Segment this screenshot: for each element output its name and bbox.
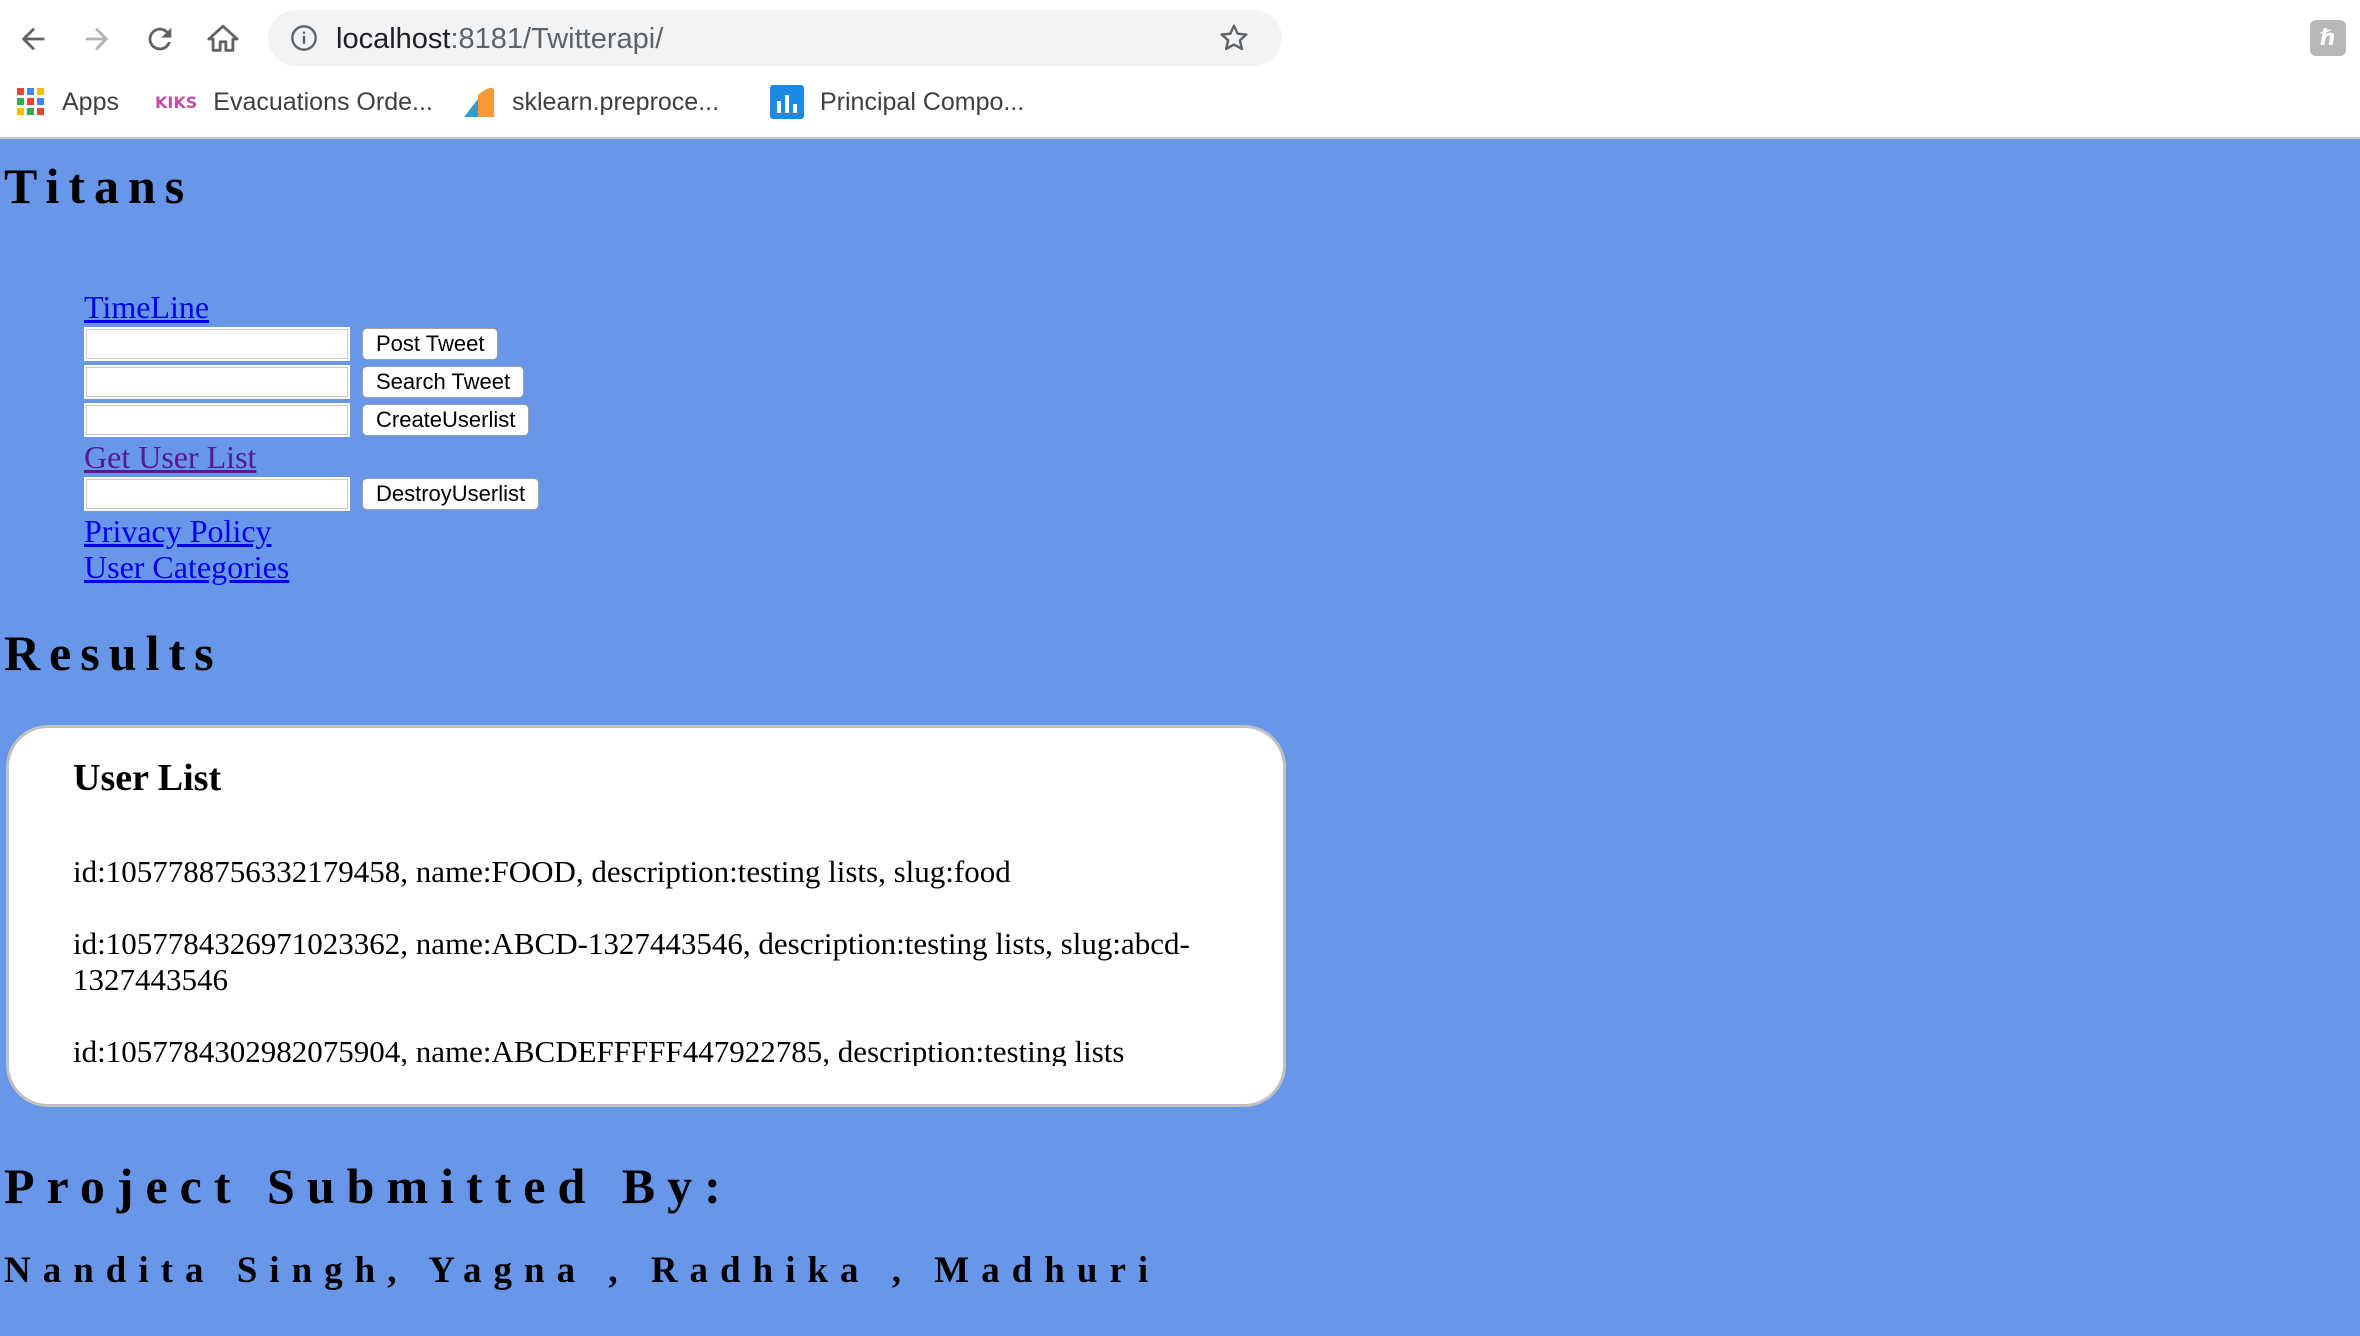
user-categories-link[interactable]: User Categories — [84, 549, 289, 585]
bookmark-label: Apps — [62, 87, 119, 116]
kiks-favicon-icon: KIKS — [155, 92, 198, 112]
address-bar[interactable]: localhost:8181/Twitterapi/ — [268, 10, 1282, 66]
reload-button[interactable] — [135, 14, 185, 64]
bookmark-label: sklearn.preproce... — [512, 87, 720, 116]
bookmark-principal[interactable]: Principal Compo... — [770, 80, 1024, 124]
search-tweet-button[interactable]: Search Tweet — [362, 366, 525, 398]
url-host: localhost — [336, 23, 451, 55]
back-arrow-icon — [21, 27, 45, 51]
bookmark-evacuations[interactable]: KIKS Evacuations Orde... — [155, 80, 433, 124]
bookmark-label: Principal Compo... — [820, 87, 1025, 116]
list-item: id:1057788756332179458, name:FOOD, descr… — [73, 854, 1011, 889]
destroy-userlist-button[interactable]: DestroyUserlist — [362, 478, 540, 510]
post-tweet-button[interactable]: Post Tweet — [362, 328, 499, 360]
forward-button[interactable] — [72, 14, 122, 64]
action-menu: TimeLine Post Tweet Search Tweet CreateU… — [84, 289, 540, 585]
page-content: Titans TimeLine Post Tweet Search Tweet … — [0, 139, 2360, 1336]
post-tweet-input[interactable] — [84, 327, 350, 361]
sklearn-favicon-icon — [462, 85, 496, 119]
apps-grid-icon — [16, 87, 46, 117]
create-userlist-row: CreateUserlist — [84, 401, 539, 439]
back-button[interactable] — [8, 14, 58, 64]
list-item: id:1057784302982075904, name:ABCDEFFFFF4… — [73, 1034, 1125, 1066]
create-userlist-button[interactable]: CreateUserlist — [362, 404, 530, 436]
timeline-link[interactable]: TimeLine — [84, 289, 209, 325]
results-panel[interactable]: User List id:1057788756332179458, name:F… — [6, 725, 1286, 1107]
reload-icon — [148, 27, 172, 51]
puzzle-icon: ℏ — [2320, 25, 2336, 51]
url-text: localhost:8181/Twitterapi/ — [336, 23, 663, 56]
bookmark-label: Evacuations Orde... — [213, 87, 433, 116]
extension-icon[interactable]: ℏ — [2310, 20, 2346, 56]
info-icon — [291, 25, 317, 51]
privacy-policy-link[interactable]: Privacy Policy — [84, 513, 272, 549]
post-tweet-row: Post Tweet — [84, 325, 539, 363]
destroy-userlist-input[interactable] — [84, 477, 350, 511]
bookmarks-bar: Apps KIKS Evacuations Orde... sklearn.pr… — [0, 80, 2360, 124]
user-list-heading: User List — [73, 757, 222, 799]
home-button[interactable] — [198, 14, 248, 64]
results-heading: Results — [4, 625, 223, 681]
bookmark-star-icon[interactable] — [1218, 22, 1250, 54]
team-members: Nandita Singh, Yagna , Radhika , Madhuri — [4, 1250, 1161, 1291]
list-item: id:1057784326971023362, name:ABCD-132744… — [73, 926, 1190, 997]
search-tweet-input[interactable] — [84, 365, 350, 399]
search-tweet-row: Search Tweet — [84, 363, 539, 401]
bookmark-apps[interactable]: Apps — [16, 80, 119, 124]
bookmark-sklearn[interactable]: sklearn.preproce... — [462, 80, 719, 124]
get-user-list-link[interactable]: Get User List — [84, 439, 256, 475]
url-path: :8181/Twitterapi/ — [450, 23, 664, 55]
page-title: Titans — [4, 158, 194, 214]
user-list-entries: id:1057788756332179458, name:FOOD, descr… — [73, 854, 1243, 1066]
results-scroll-area[interactable]: User List id:1057788756332179458, name:F… — [65, 728, 1245, 1066]
destroy-userlist-row: DestroyUserlist — [84, 475, 540, 513]
forward-arrow-icon — [85, 27, 109, 51]
home-icon — [207, 24, 239, 52]
chart-favicon-icon — [770, 85, 804, 119]
submitted-by-heading: Project Submitted By: — [4, 1158, 733, 1214]
browser-chrome: localhost:8181/Twitterapi/ ℏ Apps KIKS E… — [0, 0, 2360, 139]
create-userlist-input[interactable] — [84, 403, 350, 437]
